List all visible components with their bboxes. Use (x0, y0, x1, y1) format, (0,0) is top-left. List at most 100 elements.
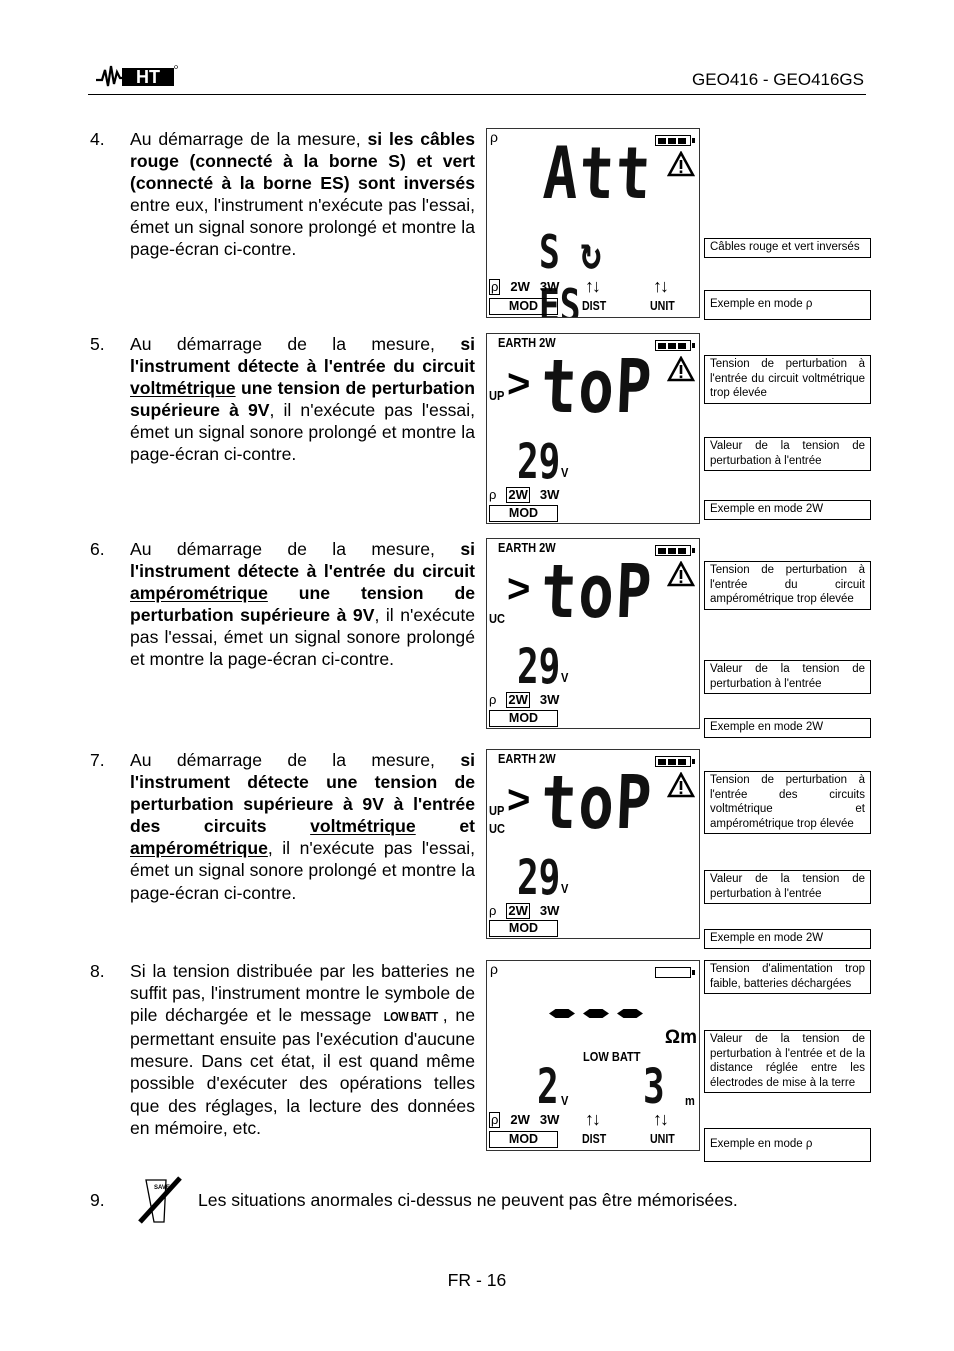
mode-2w: 2W (506, 903, 530, 919)
mode-3w: 3W (539, 487, 560, 502)
lcd-main-readout: toP (539, 760, 655, 846)
up-label: UP (489, 388, 505, 403)
mode-rho: ρ (489, 692, 497, 707)
item-number: 4. (90, 129, 105, 149)
volt-unit: V (561, 465, 569, 480)
up-label: UP (489, 803, 505, 818)
dash-segment (549, 1009, 575, 1018)
callout: Exemple en mode ρ (704, 1128, 871, 1162)
list-item: 9. Les situations anormales ci-dessus ne… (90, 1190, 738, 1211)
list-item: 4. Au démarrage de la mesure, si les câb… (90, 128, 475, 261)
meter-unit: m (685, 1093, 695, 1108)
mod-key-label: MOD (489, 710, 558, 727)
item-text: Au démarrage de la mesure, si l'instrume… (130, 750, 475, 903)
dash-segment (617, 1009, 643, 1018)
rho-indicator: ρ (490, 961, 498, 977)
lcd-display: EARTH 2W UP > toP 29 V ρ 2W 3W MOD (486, 333, 700, 524)
callout: Exemple en mode 2W (704, 718, 871, 738)
mod-key-label: MOD (489, 1131, 558, 1148)
lcd-main-readout: Att (541, 131, 654, 215)
mode-selector: ρ 2W 3W (489, 903, 569, 919)
dist-arrows-icon: ↑↓ (585, 1109, 601, 1129)
mod-key-label: MOD (489, 920, 558, 937)
model-name: GEO416 - GEO416GS (692, 70, 864, 89)
mode-selector: ρ 2W 3W (489, 692, 569, 708)
lcd-display: ρ Ωm LOW BATT 2 V 3 m ρ 2W 3W ↑↓ ↑↓ MOD DI… (486, 960, 700, 1151)
lcd-display: EARTH 2W > UC toP 29 V ρ 2W 3W MOD (486, 538, 700, 729)
rho-indicator: ρ (490, 129, 498, 145)
ohm-meter-unit: Ωm (664, 1027, 697, 1048)
warning-icon (667, 772, 695, 798)
mode-rho: ρ (489, 1112, 501, 1128)
battery-empty-icon (655, 967, 695, 978)
mode-3w: 3W (539, 692, 560, 707)
mode-2w: 2W (506, 487, 530, 503)
uc-label: UC (489, 821, 505, 836)
mode-rho: ρ (489, 279, 501, 295)
mode-3w: 3W (539, 279, 560, 294)
voltage-readout: 29 (517, 639, 561, 695)
page-number: FR - 16 (447, 1270, 507, 1290)
lcd-main-readout: toP (539, 344, 655, 430)
greater-than-icon: > (507, 567, 531, 611)
item-text: Au démarrage de la mesure, si l'instrume… (130, 334, 476, 465)
warning-icon (667, 561, 695, 587)
mode-selector: ρ 2W 3W (489, 279, 569, 295)
callout: Valeur de la tension de perturbation à l… (704, 870, 871, 904)
callout: Valeur de la tension de perturbation à l… (704, 1030, 871, 1093)
item-number: 7. (90, 750, 105, 770)
item-text: Si la tension distribuée par les batteri… (130, 961, 475, 1138)
lcd-main-readout: toP (539, 549, 655, 635)
greater-than-icon: > (507, 362, 531, 406)
svg-text:HT: HT (136, 67, 160, 87)
voltage-readout: 29 (517, 850, 561, 906)
item-number: 9. (90, 1190, 105, 1210)
no-save-icon: SAVE (138, 1176, 182, 1224)
mod-key-label: MOD (489, 505, 558, 522)
volt-unit: V (561, 1093, 569, 1108)
unit-key-label: UNIT (650, 1132, 675, 1146)
battery-full-icon (655, 135, 695, 146)
unit-key-label: UNIT (650, 299, 675, 313)
callout: Tension de perturbation à l'entrée du ci… (704, 355, 871, 404)
callout: Tension d'alimentation trop faible, batt… (704, 960, 871, 994)
volt-unit: V (561, 670, 569, 685)
callout: Tension de perturbation à l'entrée du ci… (704, 561, 871, 610)
mode-rho: ρ (489, 903, 497, 918)
warning-icon (667, 151, 695, 177)
battery-full-icon (655, 545, 695, 556)
item-text: Les situations anormales ci-dessus ne pe… (198, 1190, 738, 1210)
battery-full-icon (655, 756, 695, 767)
low-batt-status: LOW BATT (583, 1049, 641, 1064)
list-item: 6. Au démarrage de la mesure, si l'instr… (90, 538, 475, 671)
page-header: HT GEO416 - GEO416GS (88, 58, 866, 95)
mode-selector: ρ 2W 3W (489, 487, 569, 503)
voltage-readout: 29 (517, 434, 561, 490)
list-item: 5. Au démarrage de la mesure, si l'instr… (90, 333, 475, 466)
dist-key-label: DIST (582, 1132, 607, 1146)
callout: Valeur de la tension de perturbation à l… (704, 660, 871, 694)
mod-key-label: MOD (489, 298, 558, 315)
lcd-display: EARTH 2W UP UC > toP 29 V ρ 2W 3W MOD (486, 749, 700, 939)
list-item: 7. Au démarrage de la mesure, si l'instr… (90, 749, 475, 904)
mode-2w: 2W (510, 1112, 530, 1127)
item-number: 5. (90, 334, 105, 354)
uc-label: UC (489, 611, 505, 626)
greater-than-icon: > (507, 778, 531, 822)
mode-selector: ρ 2W 3W (489, 1112, 569, 1128)
battery-full-icon (655, 340, 695, 351)
ht-logo-icon: HT (96, 65, 178, 87)
callout: Tension de perturbation à l'entrée des c… (704, 771, 871, 834)
volt-unit: V (561, 881, 569, 896)
dist-key-label: DIST (582, 299, 607, 313)
lcd-display: ρ Att S ↻ ES ρ 2W 3W ↑↓ ↑↓ MOD DIST UNIT (486, 128, 700, 318)
list-item: 8. Si la tension distribuée par les batt… (90, 960, 475, 1139)
callout: Exemple en mode 2W (704, 500, 871, 520)
dist-arrows-icon: ↑↓ (585, 276, 601, 296)
warning-icon (667, 356, 695, 382)
unit-arrows-icon: ↑↓ (653, 1109, 669, 1129)
callout: Câbles rouge et vert inversés (704, 238, 871, 258)
voltage-readout: 2 (537, 1059, 559, 1115)
dash-segment (583, 1009, 609, 1018)
distance-readout: 3 (643, 1059, 665, 1115)
